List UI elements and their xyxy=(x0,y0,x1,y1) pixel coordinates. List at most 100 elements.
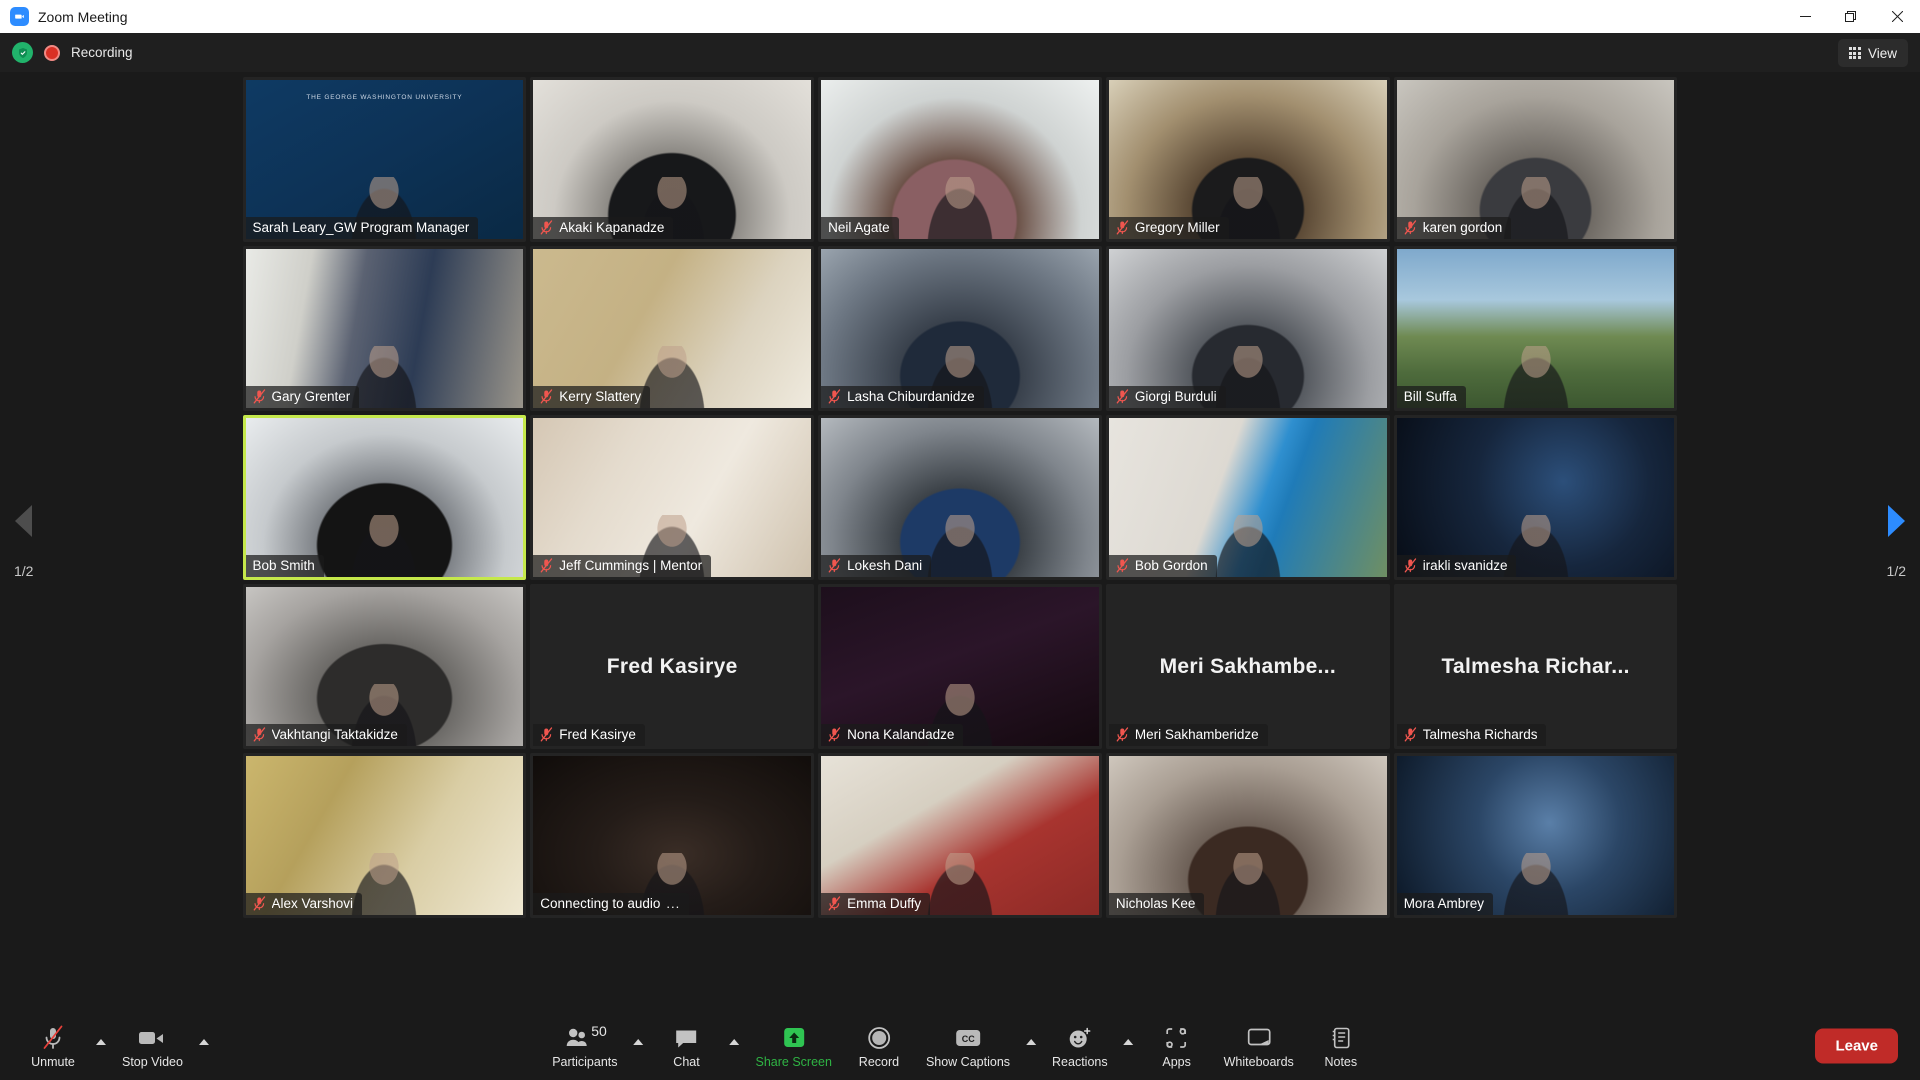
participant-name: irakli svanidze xyxy=(1422,558,1508,573)
participant-name-bar: Fred Kasirye xyxy=(533,724,645,746)
notes-button[interactable]: Notes xyxy=(1304,1021,1378,1071)
next-page-button[interactable]: 1/2 xyxy=(1887,505,1906,579)
chevron-right-icon xyxy=(1887,505,1905,537)
toolbar-center-group: Participants 50 Chat Share Screen Record… xyxy=(542,1021,1378,1071)
unmute-button[interactable]: Unmute xyxy=(16,1021,90,1071)
microphone-muted-icon xyxy=(41,1025,65,1051)
captions-control-group: CC Show Captions xyxy=(916,1021,1042,1071)
chevron-left-icon xyxy=(15,505,33,537)
participant-name: Akaki Kapanadze xyxy=(559,220,665,235)
close-button[interactable] xyxy=(1874,0,1920,33)
participant-tile[interactable]: Meri Sakhambe... Meri Sakhamberidze xyxy=(1105,584,1390,749)
connecting-dots: ... xyxy=(666,896,681,911)
participant-tile[interactable]: karen gordon xyxy=(1393,77,1678,242)
chat-bubble-icon xyxy=(675,1025,699,1051)
participant-tile[interactable]: Neil Agate xyxy=(818,77,1102,242)
participant-tile[interactable]: Bob Gordon xyxy=(1105,415,1390,580)
captions-options-caret[interactable] xyxy=(1020,1023,1042,1061)
participant-tile[interactable]: Gary Grenter xyxy=(242,246,527,411)
view-button[interactable]: View xyxy=(1837,39,1908,67)
leave-button[interactable]: Leave xyxy=(1815,1028,1898,1064)
chevron-up-icon xyxy=(1026,1039,1037,1045)
microphone-muted-icon xyxy=(828,896,841,911)
mute-control-group: Unmute xyxy=(16,1021,112,1071)
chevron-up-icon xyxy=(96,1039,106,1045)
participant-name: Sarah Leary_GW Program Manager xyxy=(252,220,470,235)
chat-label: Chat xyxy=(673,1055,700,1069)
shield-check-icon[interactable] xyxy=(12,42,33,63)
participant-tile[interactable]: Mora Ambrey xyxy=(1393,753,1678,918)
participants-options-caret[interactable] xyxy=(628,1023,650,1061)
participant-tile[interactable]: Akaki Kapanadze xyxy=(530,77,815,242)
participants-control-group: Participants 50 xyxy=(542,1021,649,1071)
record-button[interactable]: Record xyxy=(842,1021,916,1071)
view-button-label: View xyxy=(1867,45,1897,61)
participant-tile[interactable]: Emma Duffy xyxy=(818,753,1102,918)
participants-button[interactable]: Participants 50 xyxy=(542,1021,627,1071)
microphone-muted-icon xyxy=(1404,220,1417,235)
reactions-control-group: Reactions xyxy=(1042,1021,1140,1071)
participant-tile[interactable]: Alex Varshovi xyxy=(242,753,527,918)
record-circle-icon xyxy=(867,1025,891,1051)
show-captions-button[interactable]: CC Show Captions xyxy=(916,1021,1020,1071)
whiteboards-button[interactable]: Whiteboards xyxy=(1214,1021,1304,1071)
participant-name-bar: irakli svanidze xyxy=(1396,555,1517,577)
participant-tile[interactable]: THE GEORGE WASHINGTON UNIVERSITY Sarah Le… xyxy=(242,77,527,242)
participant-name: Fred Kasirye xyxy=(559,727,636,742)
participant-tile[interactable]: Bob Smith xyxy=(242,415,527,580)
reactions-options-caret[interactable] xyxy=(1118,1023,1140,1061)
reactions-button[interactable]: Reactions xyxy=(1042,1021,1118,1071)
video-options-caret[interactable] xyxy=(193,1023,215,1061)
page-indicator-right: 1/2 xyxy=(1886,563,1906,579)
participant-silhouette xyxy=(920,515,999,577)
apps-button[interactable]: Apps xyxy=(1140,1021,1214,1071)
participant-tile[interactable]: Nona Kalandadze xyxy=(818,584,1102,749)
participant-name: Vakhtangi Taktakidze xyxy=(271,727,398,742)
recording-label: Recording xyxy=(71,45,133,60)
participant-tile[interactable]: Lokesh Dani xyxy=(818,415,1102,580)
participant-name-bar: Jeff Cummings | Mentor xyxy=(533,555,712,577)
microphone-muted-icon xyxy=(828,389,841,404)
participant-silhouette xyxy=(1208,515,1287,577)
microphone-muted-icon xyxy=(540,727,553,742)
participant-tile[interactable]: Kerry Slattery xyxy=(530,246,815,411)
participant-tile[interactable]: irakli svanidze xyxy=(1393,415,1678,580)
participant-tile[interactable]: Bill Suffa xyxy=(1393,246,1678,411)
participant-name: Lasha Chiburdanidze xyxy=(847,389,975,404)
participant-name-bar: Talmesha Richards xyxy=(1396,724,1547,746)
participant-name: karen gordon xyxy=(1422,220,1503,235)
participant-tile[interactable]: Fred Kasirye Fred Kasirye xyxy=(530,584,815,749)
participant-display-name: Fred Kasirye xyxy=(606,654,738,678)
chat-button[interactable]: Chat xyxy=(650,1021,724,1071)
participant-silhouette xyxy=(1496,853,1575,915)
stop-video-button[interactable]: Stop Video xyxy=(112,1021,193,1071)
participant-tile[interactable]: Nicholas Kee xyxy=(1105,753,1390,918)
share-screen-button[interactable]: Share Screen xyxy=(746,1021,842,1071)
participant-name-bar: Neil Agate xyxy=(821,217,899,239)
participant-name: Bob Smith xyxy=(252,558,315,573)
participant-name: Emma Duffy xyxy=(847,896,922,911)
participant-tile[interactable]: Lasha Chiburdanidze xyxy=(818,246,1102,411)
participant-tile[interactable]: Connecting to audio... xyxy=(530,753,815,918)
cc-icon: CC xyxy=(954,1025,982,1051)
restore-button[interactable] xyxy=(1828,0,1874,33)
participant-name: Giorgi Burduli xyxy=(1134,389,1217,404)
chat-options-caret[interactable] xyxy=(724,1023,746,1061)
participant-tile[interactable]: Talmesha Richar... Talmesha Richards xyxy=(1393,584,1678,749)
participant-tile[interactable]: Jeff Cummings | Mentor xyxy=(530,415,815,580)
participant-tile[interactable]: Gregory Miller xyxy=(1105,77,1390,242)
minimize-button[interactable] xyxy=(1782,0,1828,33)
microphone-muted-icon xyxy=(1404,727,1417,742)
audio-options-caret[interactable] xyxy=(90,1023,112,1061)
participant-name: Alex Varshovi xyxy=(271,896,354,911)
toolbar-left-group: Unmute Stop Video xyxy=(16,1021,215,1071)
participant-name: Bob Gordon xyxy=(1134,558,1208,573)
participant-name: Mora Ambrey xyxy=(1403,896,1484,911)
previous-page-button[interactable]: 1/2 xyxy=(14,505,33,579)
participant-tile[interactable]: Giorgi Burduli xyxy=(1105,246,1390,411)
participant-grid: THE GEORGE WASHINGTON UNIVERSITY Sarah Le… xyxy=(242,77,1678,918)
meeting-header: Recording View xyxy=(0,33,1920,72)
record-dot-icon[interactable] xyxy=(44,44,60,61)
participant-tile[interactable]: Vakhtangi Taktakidze xyxy=(242,584,527,749)
microphone-muted-icon xyxy=(1116,220,1129,235)
